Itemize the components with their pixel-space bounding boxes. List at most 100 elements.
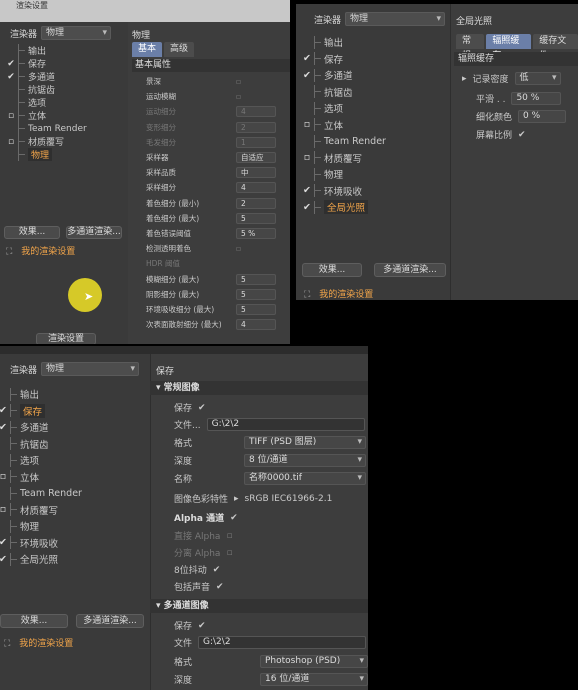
tab-advanced[interactable]: 高级 bbox=[164, 42, 195, 57]
tree-item-checkbox[interactable]: ✔ bbox=[0, 405, 10, 416]
tree-item[interactable]: 抗锯齿 bbox=[0, 436, 146, 453]
property-value[interactable]: 5 bbox=[236, 273, 276, 285]
effects-button[interactable]: 效果... bbox=[0, 614, 68, 628]
tree-item-checkbox[interactable]: ▫ bbox=[300, 152, 314, 163]
tree-item[interactable]: ▫ 材质覆写 bbox=[300, 150, 450, 167]
tree-item[interactable]: ✔ 保存 bbox=[300, 51, 450, 68]
renderer-select[interactable]: 物理 bbox=[41, 26, 112, 40]
tab-basic[interactable]: 基本 bbox=[132, 42, 163, 57]
tree-item[interactable]: ✔ 多通道 bbox=[300, 67, 450, 84]
property-value[interactable]: 4 bbox=[236, 106, 276, 118]
tree-item[interactable]: ▫ 材质覆写 bbox=[0, 502, 146, 519]
tree-item[interactable]: 抗锯齿 bbox=[4, 83, 124, 96]
property-value[interactable]: 5 % bbox=[236, 228, 276, 239]
property-value[interactable]: 5 bbox=[236, 288, 276, 300]
file-path-field[interactable]: G:\2\2 bbox=[206, 418, 365, 431]
straight-alpha-checkbox[interactable]: ▫ bbox=[226, 531, 232, 541]
tree-item[interactable]: ✔ 多通道 bbox=[0, 419, 146, 436]
file2-button[interactable]: 文件 bbox=[174, 636, 192, 649]
format2-select[interactable]: Photoshop (PSD) bbox=[260, 655, 368, 668]
tree-item-checkbox[interactable]: ✔ bbox=[300, 202, 314, 213]
tree-item[interactable]: ▫ 立体 bbox=[0, 469, 146, 486]
file2-path-field[interactable]: G:\2\2 bbox=[198, 636, 367, 649]
alpha-checkbox[interactable]: ✔ bbox=[230, 513, 238, 523]
tree-item-checkbox[interactable]: ✔ bbox=[300, 53, 314, 64]
property-value[interactable]: 2 bbox=[236, 121, 276, 133]
format-select[interactable]: TIFF (PSD 图层) bbox=[244, 436, 366, 449]
property-value[interactable]: 1 bbox=[236, 136, 276, 148]
property-value[interactable]: 5 bbox=[236, 212, 276, 224]
include-sound-checkbox[interactable]: ✔ bbox=[216, 582, 224, 592]
effects-button[interactable]: 效果... bbox=[302, 263, 362, 277]
tree-item-checkbox[interactable]: ✔ bbox=[300, 185, 314, 196]
expand-arrow-icon[interactable]: ▸ bbox=[234, 494, 239, 504]
save2-checkbox[interactable]: ✔ bbox=[198, 621, 206, 631]
tree-item[interactable]: 物理 bbox=[0, 518, 146, 535]
tree-item-checkbox[interactable]: ▫ bbox=[300, 119, 314, 130]
tree-item[interactable]: 选项 bbox=[0, 452, 146, 469]
save-checkbox[interactable]: ✔ bbox=[198, 403, 206, 413]
tree-item-checkbox[interactable]: ✔ bbox=[300, 70, 314, 81]
property-value[interactable]: 4 bbox=[236, 319, 276, 331]
property-value[interactable]: 中 bbox=[236, 167, 276, 179]
tree-item[interactable]: 输出 bbox=[4, 44, 124, 57]
tree-item-checkbox[interactable]: ▫ bbox=[0, 471, 10, 482]
tree-item[interactable]: 物理 bbox=[4, 148, 124, 161]
my-render-settings[interactable]: ⛶ 我的渲染设置 bbox=[304, 287, 373, 300]
tree-item-checkbox[interactable]: ✔ bbox=[4, 59, 18, 69]
tree-item[interactable]: ✔ 环境吸收 bbox=[0, 535, 146, 552]
effects-button[interactable]: 效果... bbox=[4, 226, 60, 239]
multipass-button[interactable]: 多通道渲染... bbox=[76, 614, 144, 628]
tree-item-checkbox[interactable]: ✔ bbox=[0, 537, 10, 548]
screen-scale-checkbox[interactable]: ✔ bbox=[518, 130, 526, 140]
tree-item[interactable]: 输出 bbox=[0, 386, 146, 403]
file-button[interactable]: 文件... bbox=[174, 418, 201, 431]
tree-item[interactable]: 物理 bbox=[300, 166, 450, 183]
tree-item-checkbox[interactable]: ✔ bbox=[4, 72, 18, 82]
tab-general[interactable]: 常规 bbox=[456, 34, 485, 61]
record-density-select[interactable]: 低 bbox=[514, 72, 561, 85]
tree-item[interactable]: Team Render bbox=[0, 485, 146, 502]
tree-item-checkbox[interactable]: ✔ bbox=[0, 554, 10, 565]
property-value[interactable]: ▫ bbox=[236, 244, 241, 253]
tree-item[interactable]: ✔ 保存 bbox=[4, 57, 124, 70]
multipass-button[interactable]: 多通道渲染... bbox=[374, 263, 446, 277]
regular-image-group[interactable]: ▾ 常规图像 bbox=[150, 381, 368, 395]
tree-item[interactable]: 输出 bbox=[300, 34, 450, 51]
multipass-image-group[interactable]: ▾ 多通道图像 bbox=[150, 599, 368, 613]
tree-item[interactable]: Team Render bbox=[4, 122, 124, 135]
tree-item[interactable]: ▫ 立体 bbox=[4, 109, 124, 122]
tree-item[interactable]: 抗锯齿 bbox=[300, 84, 450, 101]
property-value[interactable]: ▫ bbox=[236, 77, 241, 86]
tree-item-checkbox[interactable]: ▫ bbox=[4, 111, 18, 121]
tree-item-checkbox[interactable]: ✔ bbox=[0, 422, 10, 433]
multipass-button[interactable]: 多通道渲染... bbox=[66, 226, 122, 239]
name-select[interactable]: 名称0000.tif bbox=[244, 472, 366, 485]
dither-checkbox[interactable]: ✔ bbox=[213, 565, 221, 575]
tree-item[interactable]: Team Render bbox=[300, 133, 450, 150]
property-value[interactable]: 自适应 bbox=[236, 152, 276, 163]
tree-item-checkbox[interactable]: ▫ bbox=[0, 504, 10, 515]
tab-cache-files[interactable]: 缓存文件 bbox=[533, 34, 578, 61]
renderer-select[interactable]: 物理 bbox=[345, 12, 446, 26]
depth2-select[interactable]: 16 位/通道 bbox=[260, 673, 368, 686]
tree-item[interactable]: ▫ 材质覆写 bbox=[4, 135, 124, 148]
tree-item[interactable]: ✔ 保存 bbox=[0, 403, 146, 420]
tree-item[interactable]: 选项 bbox=[4, 96, 124, 109]
my-render-settings[interactable]: ⛶ 我的渲染设置 bbox=[6, 244, 75, 257]
property-value[interactable]: 2 bbox=[236, 197, 276, 209]
renderer-select[interactable]: 物理 bbox=[41, 362, 140, 376]
tree-item[interactable]: ✔ 环境吸收 bbox=[300, 183, 450, 200]
render-settings-button[interactable]: 渲染设置 bbox=[36, 333, 96, 344]
tree-item[interactable]: 选项 bbox=[300, 100, 450, 117]
tree-item-checkbox[interactable]: ▫ bbox=[4, 137, 18, 147]
tree-item[interactable]: ✔ 全局光照 bbox=[300, 199, 450, 216]
tree-item[interactable]: ✔ 全局光照 bbox=[0, 551, 146, 568]
tree-item[interactable]: ▫ 立体 bbox=[300, 117, 450, 134]
property-value[interactable]: 5 bbox=[236, 304, 276, 315]
depth-select[interactable]: 8 位/通道 bbox=[244, 454, 366, 467]
separate-alpha-checkbox[interactable]: ▫ bbox=[226, 548, 232, 558]
property-value[interactable]: ▫ bbox=[236, 92, 241, 101]
property-value[interactable]: 4 bbox=[236, 182, 276, 194]
my-render-settings[interactable]: ⛶ 我的渲染设置 bbox=[4, 636, 73, 649]
